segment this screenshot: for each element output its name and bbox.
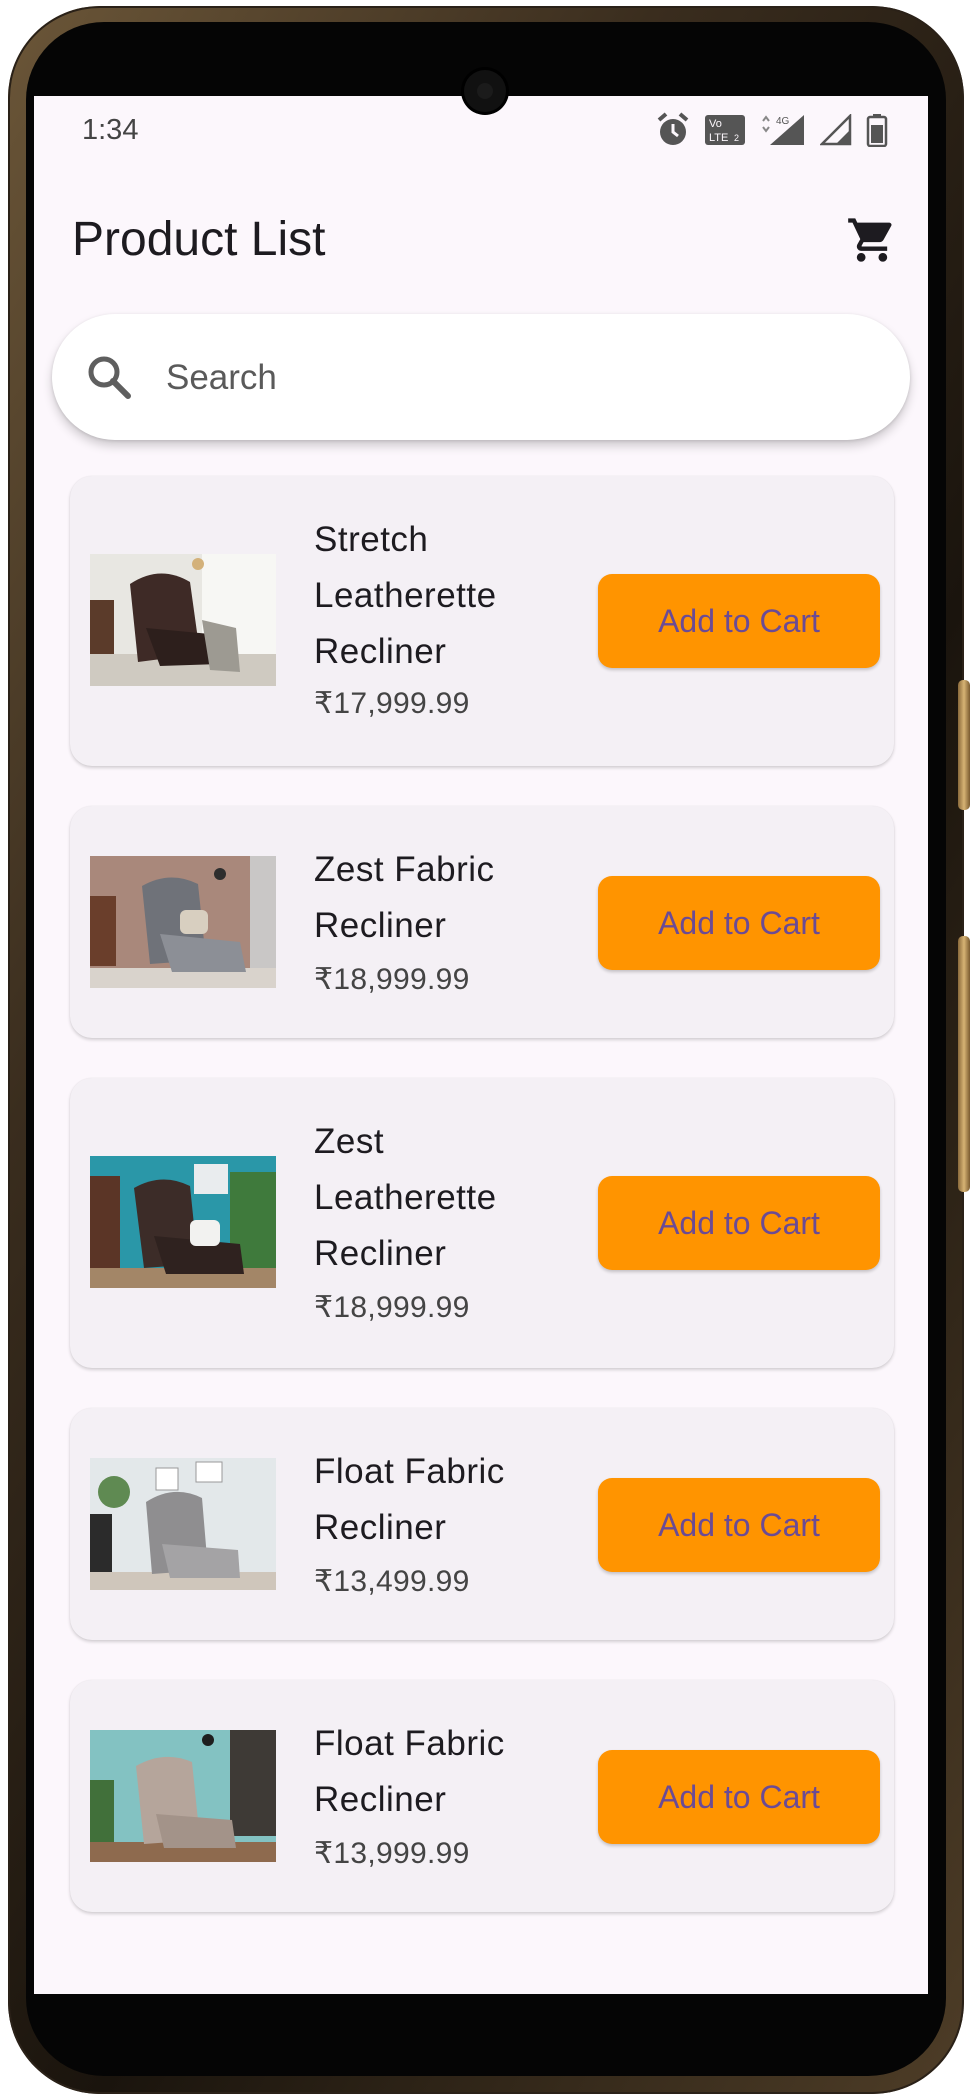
svg-text:4G: 4G [776,116,790,127]
product-name-line: Stretch [314,520,429,559]
front-camera [464,70,506,112]
alarm-icon [656,112,690,148]
add-to-cart-button[interactable]: Add to Cart [598,1750,880,1844]
product-name-line: Recliner [314,1508,447,1547]
product-name: Float Fabric Recliner [314,1444,554,1556]
app-screen: 1:34 Vo LTE 2 4G Product List Search Str… [34,96,928,1994]
product-name-line: Recliner [314,632,447,671]
search-icon [86,354,132,400]
side-button-volume [958,680,970,810]
product-name-line: Leatherette [314,1178,497,1217]
product-image [90,1156,276,1288]
shopping-cart-icon[interactable] [846,214,898,266]
product-name-line: Zest Fabric [314,850,495,889]
product-name: Float Fabric Recliner [314,1716,554,1828]
add-to-cart-button[interactable]: Add to Cart [598,1478,880,1572]
battery-icon [866,113,888,147]
app-bar: Product List [34,186,928,282]
product-name: Zest Fabric Recliner [314,842,554,954]
product-name-line: Float Fabric [314,1452,505,1491]
status-icons: Vo LTE 2 4G [656,112,888,148]
product-name-line: Recliner [314,1780,447,1819]
product-image [90,856,276,988]
product-image [90,554,276,686]
svg-text:2: 2 [734,133,739,143]
product-name-line: Recliner [314,906,447,945]
volte-icon: Vo LTE 2 [704,114,746,146]
product-card: Stretch Leatherette Recliner ₹17,999.99 … [70,476,894,766]
search-input[interactable] [164,348,868,408]
cell-signal-icon [820,114,852,146]
search-bar[interactable] [52,314,910,440]
product-card: Zest Fabric Recliner ₹18,999.99 Add to C… [70,806,894,1038]
product-price: ₹17,999.99 [314,687,470,720]
product-name-line: Recliner [314,1234,447,1273]
product-image [90,1730,276,1862]
4g-signal-icon: 4G [760,113,806,147]
status-time: 1:34 [82,114,139,146]
product-name: Stretch Leatherette Recliner [314,512,554,680]
product-price: ₹13,499.99 [314,1565,470,1598]
product-price: ₹13,999.99 [314,1837,470,1870]
product-card: Zest Leatherette Recliner ₹18,999.99 Add… [70,1078,894,1368]
product-price: ₹18,999.99 [314,963,470,996]
product-name-line: Zest [314,1122,385,1161]
add-to-cart-button[interactable]: Add to Cart [598,1176,880,1270]
svg-text:Vo: Vo [709,118,722,130]
page-title: Product List [72,213,326,266]
product-name: Zest Leatherette Recliner [314,1114,554,1282]
product-card: Float Fabric Recliner ₹13,999.99 Add to … [70,1680,894,1912]
side-button-power [958,936,970,1192]
product-price: ₹18,999.99 [314,1291,470,1324]
product-name-line: Leatherette [314,576,497,615]
product-name-line: Float Fabric [314,1724,505,1763]
product-card: Float Fabric Recliner ₹13,499.99 Add to … [70,1408,894,1640]
add-to-cart-button[interactable]: Add to Cart [598,876,880,970]
add-to-cart-button[interactable]: Add to Cart [598,574,880,668]
svg-text:LTE: LTE [709,132,728,144]
product-image [90,1458,276,1590]
